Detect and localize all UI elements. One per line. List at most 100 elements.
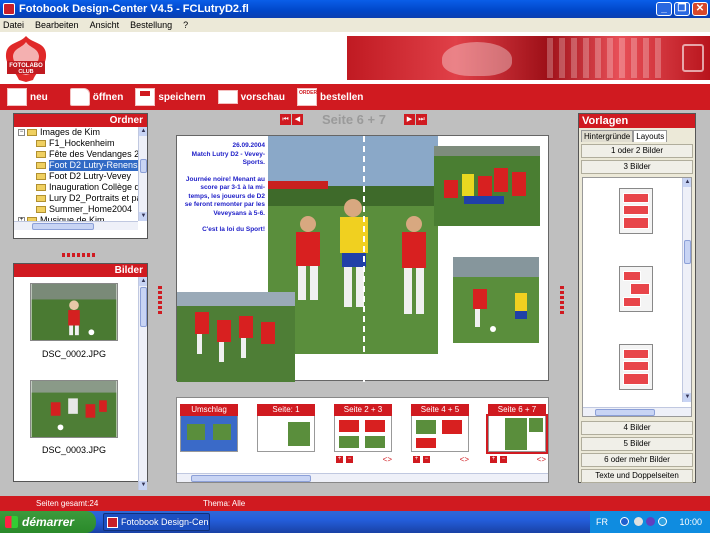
- photo-right[interactable]: [453, 257, 539, 343]
- open-button[interactable]: öffnen: [69, 86, 123, 108]
- minimize-button[interactable]: _: [656, 2, 672, 16]
- volume-icon[interactable]: [634, 517, 643, 526]
- tree-item-f1[interactable]: F1_Hockenheim: [14, 138, 147, 149]
- menu-datei[interactable]: Datei: [3, 20, 24, 30]
- tree-item-foot-renens[interactable]: Foot D2 Lutry-Renens: [14, 160, 147, 171]
- image-thumbnail[interactable]: [30, 283, 118, 341]
- tree-item-summer[interactable]: Summer_Home2004: [14, 204, 147, 215]
- strip-item-page-1[interactable]: Seite: 1: [257, 404, 315, 452]
- scroll-down-arrow[interactable]: ▼: [139, 481, 147, 490]
- layout-category-5[interactable]: 5 Bilder: [581, 437, 693, 451]
- network-icon[interactable]: [620, 517, 629, 526]
- scroll-up-arrow[interactable]: ▲: [139, 277, 147, 286]
- tray-icon[interactable]: [658, 517, 667, 526]
- panel-splitter[interactable]: [62, 253, 96, 257]
- layout-template[interactable]: [619, 188, 653, 234]
- taskbar-app-button[interactable]: Fotobook Design-Cen...: [103, 513, 210, 531]
- move-page-button[interactable]: <>: [460, 455, 469, 464]
- tree-item-foot-vevey[interactable]: Foot D2 Lutry-Vevey: [14, 171, 147, 182]
- photo-bottom-left[interactable]: [177, 292, 295, 382]
- photo-top-right[interactable]: [434, 146, 540, 226]
- images-vscroll[interactable]: ▲ ▼: [138, 277, 147, 490]
- remove-page-button[interactable]: −: [500, 455, 507, 463]
- first-page-button[interactable]: ⏮: [280, 114, 291, 125]
- tree-item-images-de-kim[interactable]: − Images de Kim: [14, 127, 147, 138]
- strip-controls: + − <>: [488, 454, 546, 464]
- strip-item-page-6-7[interactable]: Seite 6 + 7 + − <>: [486, 404, 548, 464]
- menu-bearbeiten[interactable]: Bearbeiten: [35, 20, 79, 30]
- scroll-up-arrow[interactable]: ▲: [683, 178, 691, 187]
- layout-template[interactable]: [619, 344, 653, 390]
- folder-hscroll[interactable]: [14, 221, 138, 230]
- page-spread-canvas[interactable]: 26.09.2004 Match Lutry D2 - Vevey-Sports…: [176, 135, 549, 382]
- new-button[interactable]: neu: [7, 86, 48, 108]
- status-pages-total: Seiten gesamt:24: [36, 499, 99, 508]
- add-page-button[interactable]: +: [413, 455, 420, 463]
- layout-category-3[interactable]: 3 Bilder: [581, 160, 693, 174]
- scroll-down-arrow[interactable]: ▼: [139, 212, 147, 221]
- layout-template[interactable]: [619, 266, 653, 312]
- layout-category-bottom: 4 Bilder 5 Bilder 6 oder mehr Bilder Tex…: [579, 419, 695, 485]
- close-button[interactable]: ✕: [692, 2, 708, 16]
- scroll-down-arrow[interactable]: ▼: [683, 393, 691, 402]
- image-thumbnail[interactable]: [30, 380, 118, 438]
- add-page-button[interactable]: +: [490, 455, 497, 463]
- scroll-thumb[interactable]: [140, 287, 147, 327]
- menu-bar: Datei Bearbeiten Ansicht Bestellung ?: [0, 18, 710, 32]
- tab-layouts[interactable]: Layouts: [633, 130, 668, 142]
- images-panel-title: Bilder: [14, 264, 147, 277]
- tab-backgrounds[interactable]: Hintergründe: [581, 130, 634, 142]
- tree-item-portraits[interactable]: Lury D2_Portraits et pare: [14, 193, 147, 204]
- prev-page-button[interactable]: ◀: [292, 114, 303, 125]
- start-button[interactable]: démarrer: [0, 511, 96, 533]
- left-resize-handle[interactable]: [158, 286, 162, 316]
- title-bar[interactable]: Fotobook Design-Center V4.5 - FCLutryD2.…: [0, 0, 710, 18]
- folder-vscroll[interactable]: ▲ ▼: [138, 127, 147, 221]
- layout-list: ▲ ▼: [582, 177, 692, 417]
- images-panel: Bilder DSC_0002.JPG DSC_0003.JPG ▲ ▼: [13, 263, 148, 490]
- tree-item-inauguration[interactable]: Inauguration Collège de l: [14, 182, 147, 193]
- move-page-button[interactable]: <>: [383, 455, 392, 464]
- add-page-button[interactable]: +: [336, 455, 343, 463]
- menu-bestellung[interactable]: Bestellung: [130, 20, 172, 30]
- scroll-thumb[interactable]: [684, 240, 691, 264]
- last-page-button[interactable]: ⏭: [415, 114, 427, 125]
- scroll-thumb[interactable]: [32, 223, 94, 230]
- layout-category-6-plus[interactable]: 6 oder mehr Bilder: [581, 453, 693, 467]
- language-indicator[interactable]: FR: [596, 511, 608, 533]
- scroll-thumb[interactable]: [191, 475, 311, 482]
- preview-button[interactable]: vorschau: [217, 86, 285, 108]
- right-resize-handle[interactable]: [560, 286, 564, 316]
- layout-vscroll[interactable]: ▲ ▼: [682, 178, 691, 402]
- text-block[interactable]: 26.09.2004 Match Lutry D2 - Vevey-Sports…: [181, 142, 265, 243]
- layout-hscroll[interactable]: [583, 407, 691, 416]
- maximize-button[interactable]: ❐: [674, 2, 690, 16]
- start-label: démarrer: [22, 515, 75, 529]
- strip-item-page-4-5[interactable]: Seite 4 + 5 + − <>: [411, 404, 469, 464]
- layout-category-1-2[interactable]: 1 oder 2 Bilder: [581, 144, 693, 158]
- tree-item-fete[interactable]: Fête des Vendanges 200: [14, 149, 147, 160]
- strip-hscroll[interactable]: [177, 473, 548, 482]
- tray-icon[interactable]: [646, 517, 655, 526]
- menu-help[interactable]: ?: [183, 20, 188, 30]
- scroll-thumb[interactable]: [595, 409, 655, 416]
- new-button-label: neu: [30, 91, 48, 103]
- save-button[interactable]: speichern: [135, 86, 206, 108]
- strip-item-page-2-3[interactable]: Seite 2 + 3 + − <>: [334, 404, 392, 464]
- scroll-thumb[interactable]: [140, 159, 147, 173]
- strip-item-cover[interactable]: Umschlag: [180, 404, 238, 452]
- move-page-button[interactable]: <>: [537, 455, 546, 464]
- scroll-up-arrow[interactable]: ▲: [139, 127, 147, 136]
- layout-category-4[interactable]: 4 Bilder: [581, 421, 693, 435]
- next-page-button[interactable]: ▶: [403, 114, 415, 125]
- tree-expander[interactable]: −: [18, 129, 25, 136]
- remove-page-button[interactable]: −: [346, 455, 353, 463]
- menu-ansicht[interactable]: Ansicht: [90, 20, 120, 30]
- preview-monitor-icon: [217, 90, 238, 104]
- strip-preview: [411, 416, 469, 452]
- tree-item-label: Lury D2_Portraits et pare: [49, 193, 147, 203]
- layout-category-text[interactable]: Texte und Doppelseiten: [581, 469, 693, 483]
- tree-item-label: Foot D2 Lutry-Vevey: [49, 171, 132, 181]
- order-button[interactable]: ORDER bestellen: [297, 86, 363, 108]
- remove-page-button[interactable]: −: [423, 455, 430, 463]
